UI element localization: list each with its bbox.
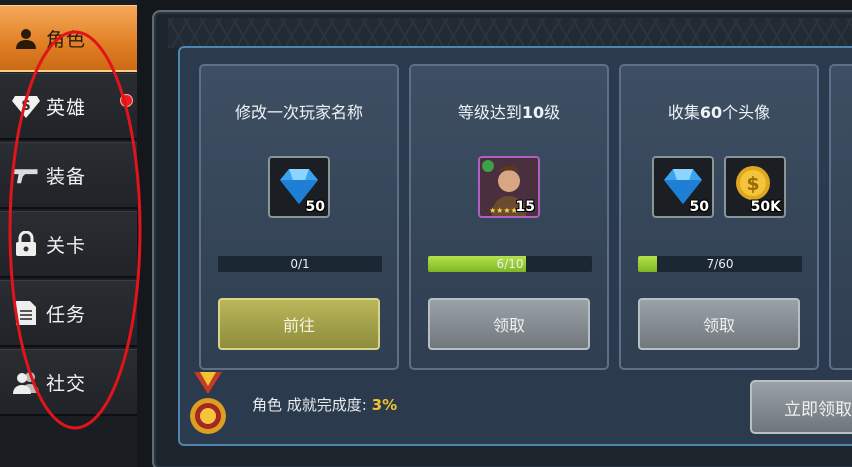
reward-quantity: 50 — [689, 199, 709, 215]
claim-button[interactable]: 领取 — [428, 298, 590, 350]
sidebar-item-label: 任务 — [46, 303, 87, 326]
reward-slot[interactable]: $ 50K — [724, 156, 786, 218]
progress-text: 0/1 — [290, 257, 310, 271]
go-button[interactable]: 前往 — [218, 298, 380, 350]
document-icon — [12, 299, 40, 327]
reward-quantity: 15 — [515, 199, 535, 215]
reward-quantity: 50K — [750, 199, 781, 215]
svg-text:S: S — [21, 99, 30, 114]
person-icon — [12, 24, 40, 52]
claim-all-button[interactable]: 立即领取 — [750, 380, 852, 434]
achievement-card: 收集60个头像 50 $ 50K 7/60 领取 — [619, 64, 819, 370]
claim-button[interactable]: 领取 — [638, 298, 800, 350]
sidebar-item-label: 社交 — [46, 372, 87, 395]
sidebar-item-hero[interactable]: S 英雄 — [0, 73, 137, 140]
progress-text: 7/60 — [706, 257, 734, 271]
sidebar-item-label: 关卡 — [46, 234, 87, 257]
sidebar-item-stage[interactable]: 关卡 — [0, 211, 137, 278]
progress-text: 6/10 — [496, 257, 524, 271]
sidebar-item-tasks[interactable]: 任务 — [0, 280, 137, 347]
sidebar-item-label: 角色 — [46, 28, 87, 51]
completion-summary: 角色 成就完成度: 3% — [252, 396, 398, 414]
achievement-card: 修改一次玩家名称 50 0/1 前往 — [199, 64, 399, 370]
sidebar-item-label: 装备 — [46, 165, 87, 188]
svg-text:$: $ — [746, 173, 759, 195]
achievement-title: 收集60个头像 — [667, 103, 771, 122]
notification-dot — [120, 94, 133, 107]
achievement-card: 等级达到10级 ★★★★ 15 6/10 领取 — [409, 64, 609, 370]
reward-slot[interactable]: 50 — [268, 156, 330, 218]
lock-icon — [12, 230, 40, 258]
svg-text:★★★★: ★★★★ — [489, 206, 518, 215]
progress-bar: 0/1 — [218, 256, 382, 272]
hero-s-icon: S — [12, 92, 40, 120]
sidebar-item-label: 英雄 — [46, 96, 87, 119]
reward-quantity: 50 — [305, 199, 325, 215]
category-sidebar: 角色 S 英雄 装备 关卡 任务 社交 — [0, 0, 137, 467]
reward-slot[interactable]: 50 — [652, 156, 714, 218]
gun-icon — [12, 161, 40, 189]
achievement-card-partial — [829, 64, 852, 370]
reward-slot[interactable]: ★★★★ 15 — [478, 156, 540, 218]
sidebar-item-equipment[interactable]: 装备 — [0, 142, 137, 209]
panel-header-decoration — [168, 18, 852, 48]
progress-bar: 7/60 — [638, 256, 802, 272]
progress-bar: 6/10 — [428, 256, 592, 272]
achievement-title: 等级达到10级 — [457, 103, 561, 122]
achievement-title: 修改一次玩家名称 — [234, 103, 363, 122]
sidebar-item-character[interactable]: 角色 — [0, 5, 137, 72]
medal-icon — [186, 372, 230, 446]
sidebar-item-social[interactable]: 社交 — [0, 349, 137, 416]
people-icon — [12, 368, 40, 396]
